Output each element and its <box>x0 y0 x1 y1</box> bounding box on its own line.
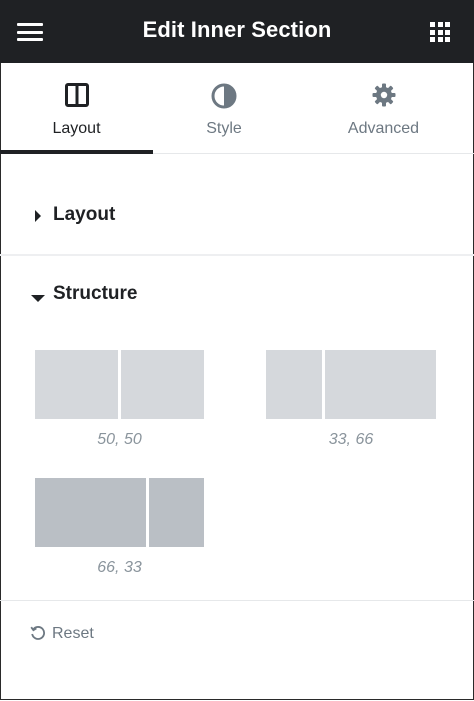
reset-label: Reset <box>52 625 94 642</box>
tab-layout[interactable]: Layout <box>0 63 153 154</box>
active-tab-indicator <box>0 150 153 154</box>
half-circle-contrast-icon <box>211 83 237 114</box>
preset-caption: 66, 33 <box>97 559 142 576</box>
section-layout-toggle[interactable]: Layout <box>0 198 474 234</box>
grid-apps-icon[interactable] <box>430 22 450 42</box>
undo-reset-icon <box>30 625 46 646</box>
tab-label: Advanced <box>347 120 420 137</box>
panel-title: Edit Inner Section <box>142 17 332 42</box>
caret-down-icon <box>31 289 45 307</box>
section-title: Structure <box>53 283 138 304</box>
preset-preview <box>266 350 436 419</box>
structure-preset-50-50[interactable]: 50, 50 <box>35 350 204 452</box>
footer-divider <box>0 600 474 601</box>
caret-right-icon <box>34 209 42 227</box>
structure-preset-66-33[interactable]: 66, 33 <box>35 478 204 580</box>
preset-preview <box>35 350 204 419</box>
tab-label: Layout <box>52 120 101 137</box>
tab-advanced[interactable]: Advanced <box>295 63 472 153</box>
preset-preview <box>35 478 204 547</box>
gear-icon <box>372 83 396 112</box>
section-structure-toggle[interactable]: Structure <box>0 276 474 312</box>
panel-header: Edit Inner Section <box>0 0 474 63</box>
section-title: Layout <box>53 204 116 225</box>
tab-style[interactable]: Style <box>153 63 295 153</box>
structure-preset-33-66[interactable]: 33, 66 <box>266 350 436 452</box>
section-divider <box>0 254 474 256</box>
tab-label: Style <box>206 120 242 137</box>
preset-caption: 33, 66 <box>328 431 374 448</box>
columns-layout-icon <box>64 83 89 112</box>
panel-tabs: Layout Style Advanced <box>0 63 474 154</box>
preset-caption: 50, 50 <box>97 431 142 448</box>
